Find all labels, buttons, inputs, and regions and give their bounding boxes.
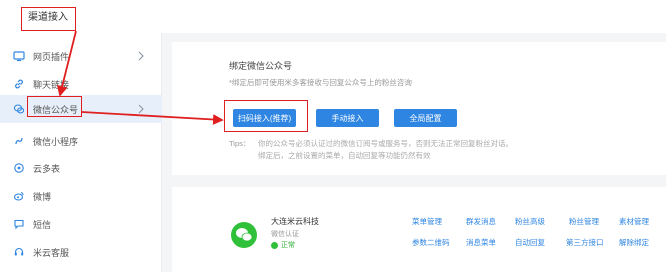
weibo-icon <box>13 190 25 202</box>
chevron-right-icon <box>137 104 145 114</box>
param-qrcode-link[interactable]: 参数二维码 <box>412 237 450 248</box>
sidebar-item-mini-program[interactable]: 微信小程序 <box>0 127 162 155</box>
wechat-item-highlight-box <box>27 96 82 117</box>
wechat-avatar-icon <box>231 222 257 248</box>
unbind-link[interactable]: 解除绑定 <box>619 237 649 248</box>
scan-button-highlight-box <box>224 100 308 132</box>
sidebar-item-chat-link[interactable]: 聊天链接 <box>0 70 162 98</box>
title-highlight-box <box>21 7 76 31</box>
message-menu-link[interactable]: 消息菜单 <box>466 237 496 248</box>
link-icon <box>13 78 25 90</box>
sidebar-item-label: 网页插件 <box>33 51 70 62</box>
sidebar-item-sms[interactable]: 短信 <box>0 210 162 238</box>
sidebar-item-label: 微信小程序 <box>33 136 79 147</box>
global-config-button[interactable]: 全局配置 <box>394 109 457 127</box>
status-label: 正常 <box>281 242 295 249</box>
sidebar-item-label: 云多表 <box>33 163 61 174</box>
status-ok-icon <box>271 241 278 249</box>
mass-message-link[interactable]: 群发消息 <box>466 216 496 227</box>
headset-icon <box>13 246 25 258</box>
bind-title: 绑定微信公众号 <box>229 61 293 71</box>
fans-management-link[interactable]: 粉丝管理 <box>569 216 599 227</box>
monitor-icon <box>13 50 25 62</box>
account-status: 正常 <box>271 240 295 250</box>
cloud-icon <box>13 162 25 174</box>
chevron-right-icon <box>137 51 145 61</box>
sidebar-item-web-plugin[interactable]: 网页插件 <box>0 42 162 70</box>
tips-label: Tips： <box>229 139 251 148</box>
menu-management-link[interactable]: 菜单管理 <box>412 216 442 227</box>
sidebar-item-label: 聊天链接 <box>33 79 70 90</box>
material-management-link[interactable]: 素材管理 <box>619 216 649 227</box>
sidebar-item-label: 短信 <box>33 219 52 230</box>
tips-line-2: 绑定后，之前设置的菜单，自动回复等功能仍然有效 <box>258 151 431 160</box>
sidebar-item-miyun-service[interactable]: 米云客服 <box>0 238 162 266</box>
top-bar <box>0 0 666 33</box>
fans-advanced-link[interactable]: 粉丝高级 <box>515 216 545 227</box>
mini-program-icon <box>13 135 25 147</box>
wechat-official-icon <box>13 103 25 115</box>
manual-connect-button[interactable]: 手动接入 <box>316 109 379 127</box>
account-verification: 微信认证 <box>271 231 299 238</box>
third-party-api-link[interactable]: 第三方接口 <box>566 237 604 248</box>
sidebar-item-label: 微博 <box>33 191 52 202</box>
sms-icon <box>13 218 25 230</box>
account-name: 大连米云科技 <box>271 217 319 226</box>
sidebar-item-cloud-form[interactable]: 云多表 <box>0 154 162 182</box>
tips-line-1: 你的公众号必须认证过的微信订阅号或服务号，否则无法正常回复粉丝对话。 <box>258 139 513 148</box>
sidebar-item-label: 米云客服 <box>33 247 70 258</box>
bind-note: *绑定后即可使用米多客接收与回复公众号上的粉丝咨询 <box>229 78 412 87</box>
auto-reply-link[interactable]: 自动回复 <box>515 237 545 248</box>
sidebar-item-weibo[interactable]: 微博 <box>0 182 162 210</box>
